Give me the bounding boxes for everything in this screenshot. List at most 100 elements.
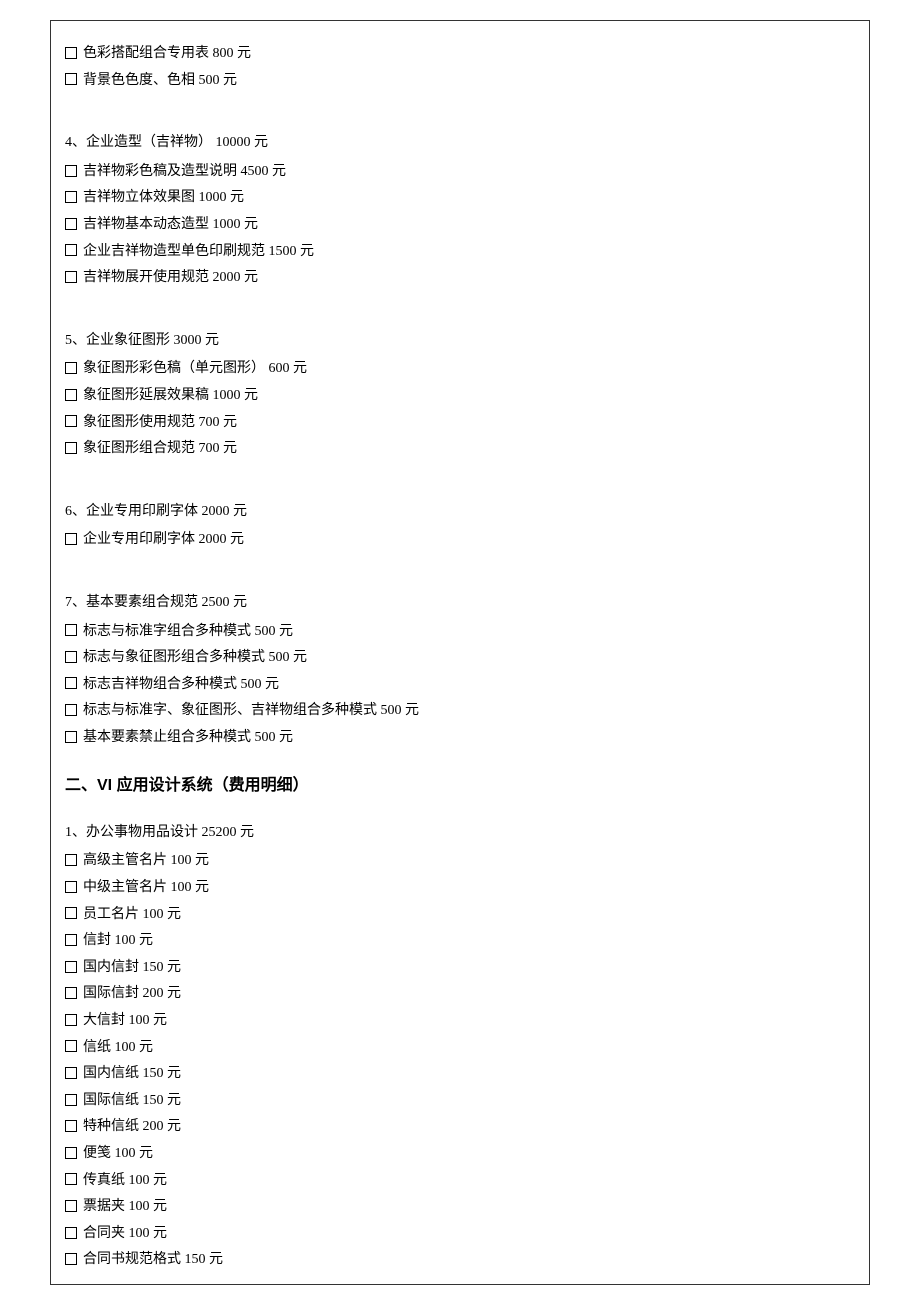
- checkbox-label: 国内信封 150 元: [83, 960, 181, 975]
- checkbox-label: 大信封 100 元: [83, 1013, 167, 1028]
- checkbox-icon[interactable]: [65, 651, 77, 663]
- checkbox-label: 传真纸 100 元: [83, 1173, 167, 1188]
- checkbox-line: 色彩搭配组合专用表 800 元: [65, 41, 855, 68]
- checkbox-label: 员工名片 100 元: [83, 907, 181, 922]
- checkbox-label: 高级主管名片 100 元: [83, 853, 209, 868]
- checkbox-icon[interactable]: [65, 1040, 77, 1052]
- document-page: 色彩搭配组合专用表 800 元背景色色度、色相 500 元 4、企业造型（吉祥物）…: [50, 20, 870, 1285]
- checkbox-icon[interactable]: [65, 47, 77, 59]
- checkbox-icon[interactable]: [65, 934, 77, 946]
- checkbox-icon[interactable]: [65, 218, 77, 230]
- section-gap: [65, 94, 855, 112]
- checkbox-icon[interactable]: [65, 624, 77, 636]
- checkbox-line: 吉祥物彩色稿及造型说明 4500 元: [65, 159, 855, 186]
- checkbox-line: 象征图形彩色稿（单元图形） 600 元: [65, 356, 855, 383]
- section-gap: [65, 463, 855, 481]
- checkbox-icon[interactable]: [65, 704, 77, 716]
- checkbox-line: 标志与标准字组合多种模式 500 元: [65, 619, 855, 646]
- checkbox-label: 标志与标准字组合多种模式 500 元: [83, 624, 293, 639]
- checkbox-line: 基本要素禁止组合多种模式 500 元: [65, 725, 855, 752]
- checkbox-icon[interactable]: [65, 1253, 77, 1265]
- checkbox-icon[interactable]: [65, 1200, 77, 1212]
- checkbox-line: 象征图形组合规范 700 元: [65, 436, 855, 463]
- checkbox-line: 中级主管名片 100 元: [65, 875, 855, 902]
- checkbox-icon[interactable]: [65, 907, 77, 919]
- checkbox-line: 象征图形使用规范 700 元: [65, 410, 855, 437]
- checkbox-label: 象征图形组合规范 700 元: [83, 441, 237, 456]
- checkbox-label: 信纸 100 元: [83, 1040, 153, 1055]
- checkbox-label: 国内信纸 150 元: [83, 1066, 181, 1081]
- section-title: 4、企业造型（吉祥物） 10000 元: [65, 130, 855, 157]
- checkbox-label: 合同书规范格式 150 元: [83, 1252, 223, 1267]
- heading-section: 二、VI 应用设计系统（费用明细）: [65, 771, 855, 801]
- checkbox-icon[interactable]: [65, 389, 77, 401]
- checkbox-line: 国内信封 150 元: [65, 955, 855, 982]
- checkbox-line: 合同书规范格式 150 元: [65, 1247, 855, 1274]
- checkbox-label: 便笺 100 元: [83, 1146, 153, 1161]
- checkbox-icon[interactable]: [65, 362, 77, 374]
- checkbox-icon[interactable]: [65, 677, 77, 689]
- checkbox-icon[interactable]: [65, 731, 77, 743]
- checkbox-line: 员工名片 100 元: [65, 902, 855, 929]
- checkbox-label: 企业专用印刷字体 2000 元: [83, 532, 244, 547]
- checkbox-icon[interactable]: [65, 1173, 77, 1185]
- checkbox-icon[interactable]: [65, 533, 77, 545]
- checkbox-label: 吉祥物立体效果图 1000 元: [83, 190, 244, 205]
- checkbox-icon[interactable]: [65, 271, 77, 283]
- checkbox-line: 特种信纸 200 元: [65, 1114, 855, 1141]
- checkbox-line: 票据夹 100 元: [65, 1194, 855, 1221]
- checkbox-label: 合同夹 100 元: [83, 1226, 167, 1241]
- checkbox-icon[interactable]: [65, 1147, 77, 1159]
- checkbox-label: 标志吉祥物组合多种模式 500 元: [83, 677, 279, 692]
- checkbox-icon[interactable]: [65, 1014, 77, 1026]
- checkbox-icon[interactable]: [65, 191, 77, 203]
- checkbox-line: 合同夹 100 元: [65, 1221, 855, 1248]
- checkbox-label: 吉祥物彩色稿及造型说明 4500 元: [83, 164, 286, 179]
- section-title: 7、基本要素组合规范 2500 元: [65, 590, 855, 617]
- checkbox-line: 标志吉祥物组合多种模式 500 元: [65, 672, 855, 699]
- checkbox-line: 高级主管名片 100 元: [65, 848, 855, 875]
- checkbox-label: 标志与标准字、象征图形、吉祥物组合多种模式 500 元: [83, 703, 419, 718]
- checkbox-label: 吉祥物展开使用规范 2000 元: [83, 270, 258, 285]
- checkbox-label: 象征图形延展效果稿 1000 元: [83, 388, 258, 403]
- section-title: 6、企业专用印刷字体 2000 元: [65, 499, 855, 526]
- checkbox-label: 国际信纸 150 元: [83, 1093, 181, 1108]
- section-gap: [65, 292, 855, 310]
- checkbox-line: 信纸 100 元: [65, 1035, 855, 1062]
- checkbox-icon[interactable]: [65, 881, 77, 893]
- checkbox-label: 票据夹 100 元: [83, 1199, 167, 1214]
- checkbox-line: 标志与标准字、象征图形、吉祥物组合多种模式 500 元: [65, 698, 855, 725]
- checkbox-label: 特种信纸 200 元: [83, 1119, 181, 1134]
- checkbox-label: 色彩搭配组合专用表 800 元: [83, 46, 251, 61]
- checkbox-icon[interactable]: [65, 73, 77, 85]
- checkbox-line: 便笺 100 元: [65, 1141, 855, 1168]
- checkbox-icon[interactable]: [65, 987, 77, 999]
- checkbox-icon[interactable]: [65, 1067, 77, 1079]
- checkbox-icon[interactable]: [65, 244, 77, 256]
- checkbox-icon[interactable]: [65, 961, 77, 973]
- checkbox-icon[interactable]: [65, 442, 77, 454]
- checkbox-icon[interactable]: [65, 854, 77, 866]
- checkbox-icon[interactable]: [65, 165, 77, 177]
- checkbox-line: 信封 100 元: [65, 928, 855, 955]
- checkbox-line: 企业专用印刷字体 2000 元: [65, 527, 855, 554]
- section-title: 1、办公事物用品设计 25200 元: [65, 820, 855, 847]
- checkbox-line: 企业吉祥物造型单色印刷规范 1500 元: [65, 239, 855, 266]
- checkbox-label: 象征图形使用规范 700 元: [83, 415, 237, 430]
- checkbox-line: 传真纸 100 元: [65, 1168, 855, 1195]
- checkbox-icon[interactable]: [65, 1094, 77, 1106]
- section-title: 5、企业象征图形 3000 元: [65, 328, 855, 355]
- checkbox-icon[interactable]: [65, 1120, 77, 1132]
- checkbox-line: 国际信封 200 元: [65, 981, 855, 1008]
- checkbox-line: 国内信纸 150 元: [65, 1061, 855, 1088]
- checkbox-label: 信封 100 元: [83, 933, 153, 948]
- checkbox-icon[interactable]: [65, 415, 77, 427]
- checkbox-line: 吉祥物展开使用规范 2000 元: [65, 265, 855, 292]
- checkbox-line: 标志与象征图形组合多种模式 500 元: [65, 645, 855, 672]
- checkbox-line: 象征图形延展效果稿 1000 元: [65, 383, 855, 410]
- checkbox-line: 背景色色度、色相 500 元: [65, 68, 855, 95]
- checkbox-line: 吉祥物立体效果图 1000 元: [65, 185, 855, 212]
- checkbox-line: 大信封 100 元: [65, 1008, 855, 1035]
- checkbox-label: 国际信封 200 元: [83, 986, 181, 1001]
- checkbox-icon[interactable]: [65, 1227, 77, 1239]
